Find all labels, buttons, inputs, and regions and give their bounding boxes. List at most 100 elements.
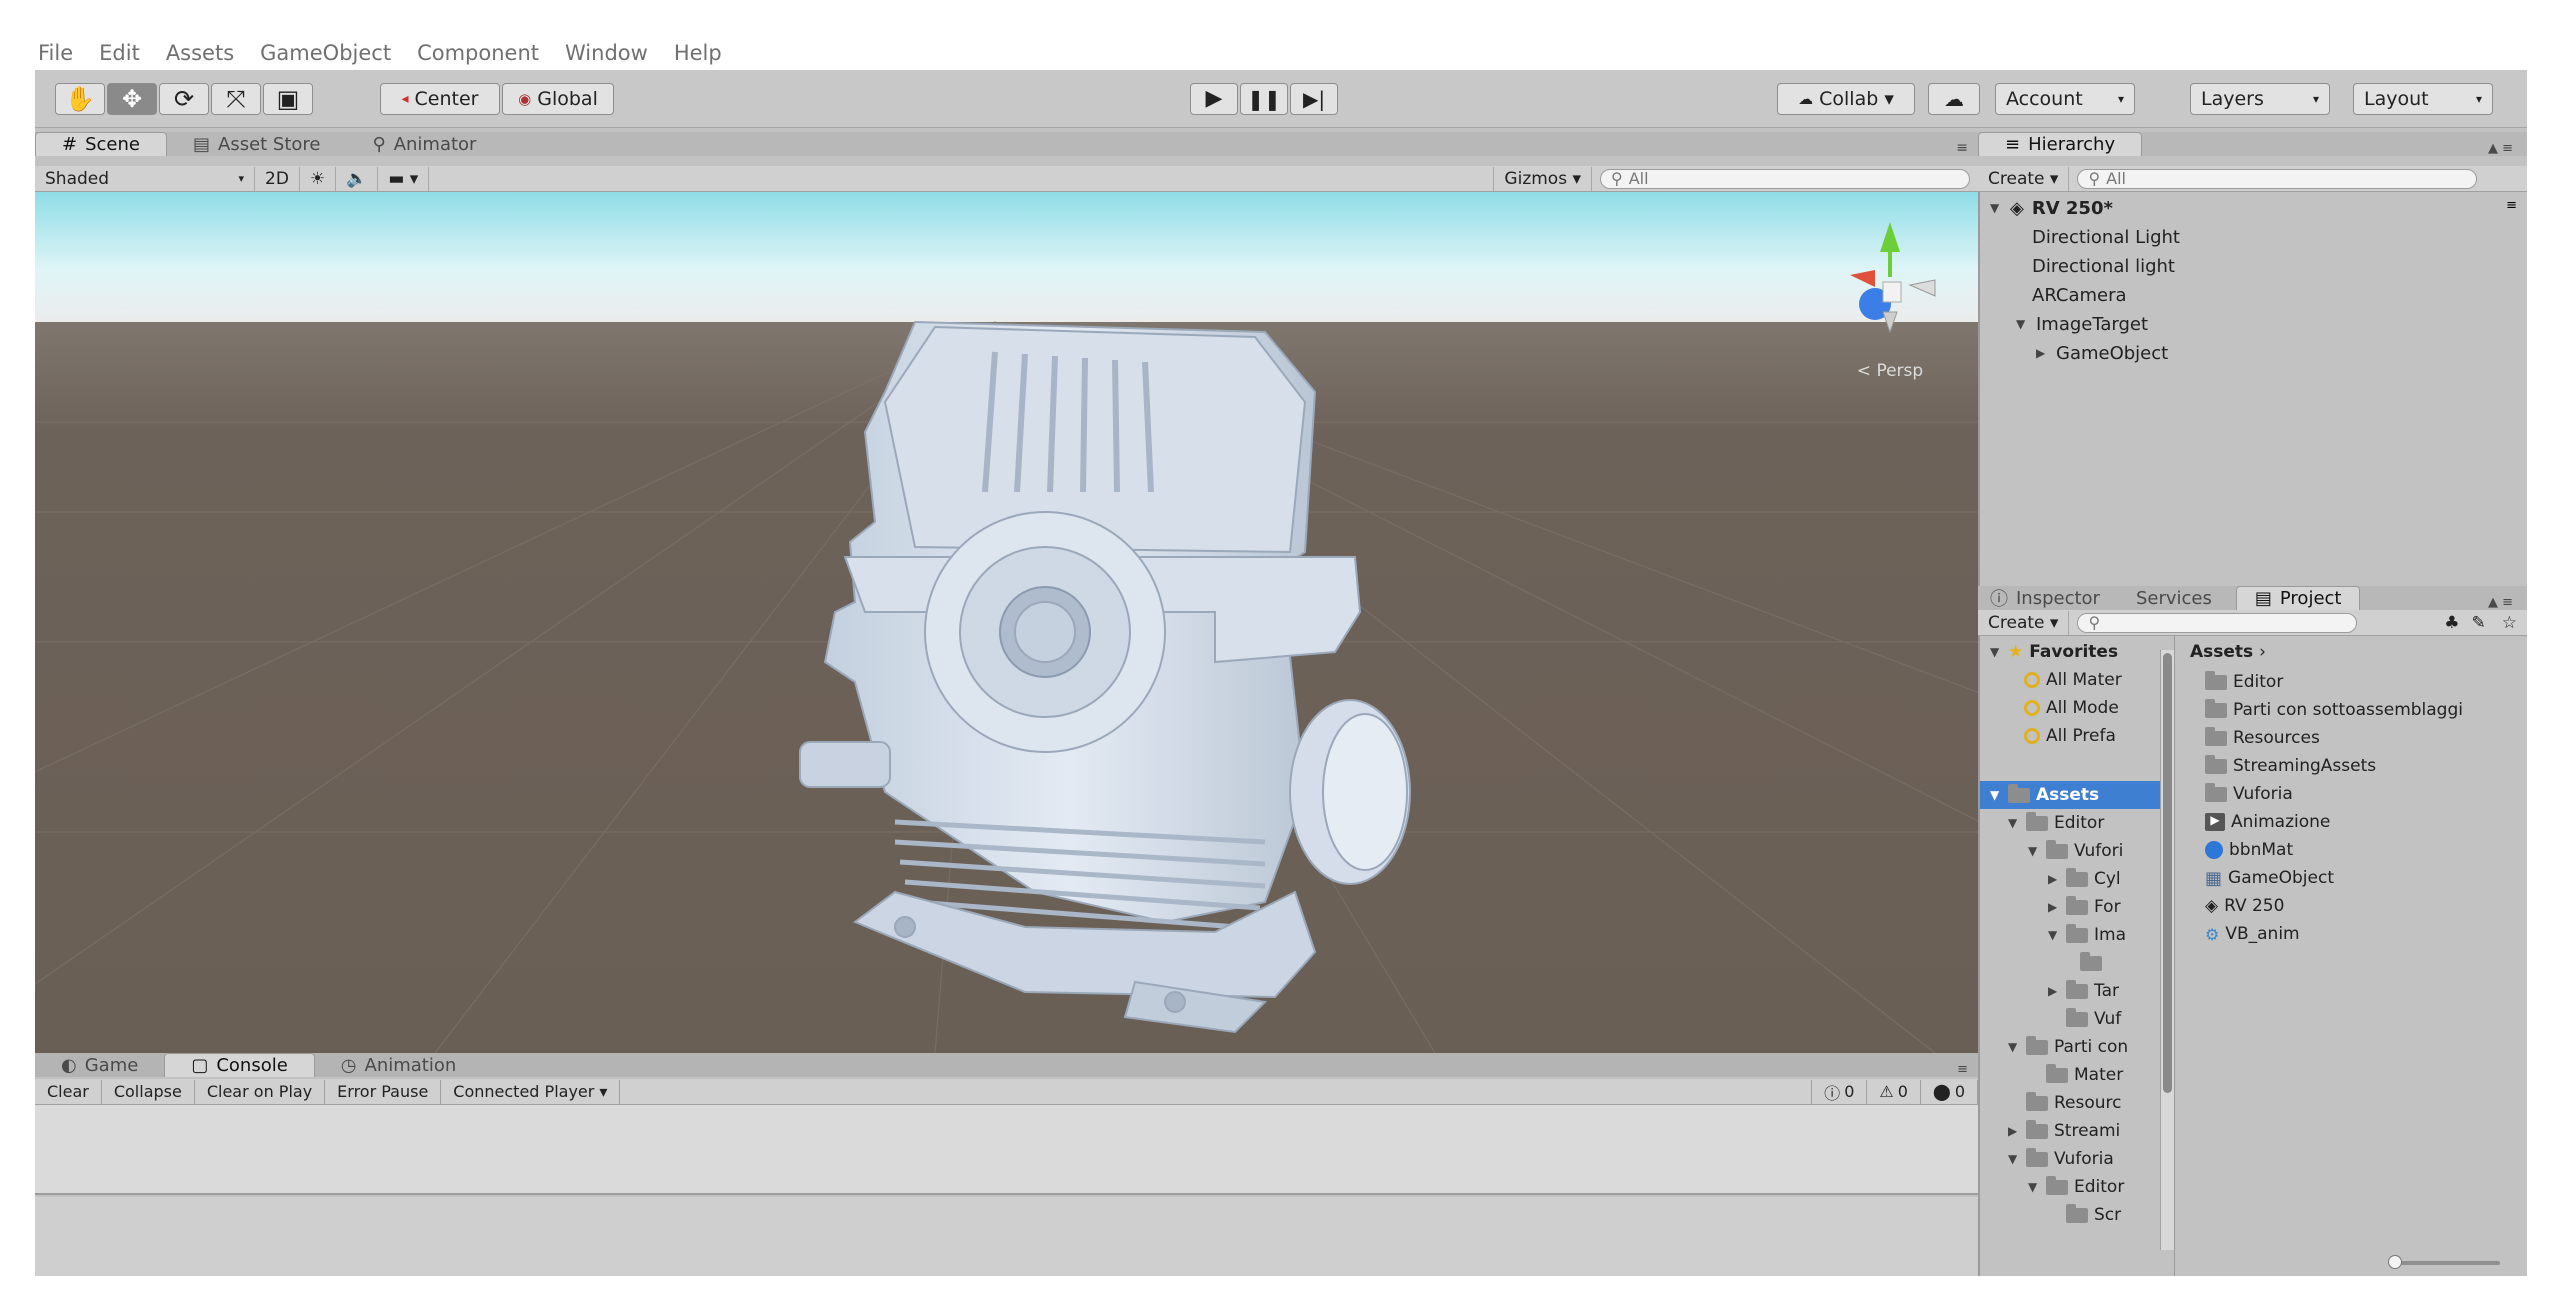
tab-hierarchy[interactable]: ≡ Hierarchy <box>1978 132 2143 156</box>
asset-item[interactable]: ◈ RV 250 <box>2205 892 2284 920</box>
console-clear-on-play-toggle[interactable]: Clear on Play <box>195 1079 326 1104</box>
tree-item[interactable]: ▼ Vufori <box>2028 837 2123 865</box>
asset-item[interactable]: bbnMat <box>2205 836 2293 864</box>
audio-toggle[interactable]: 🔈 <box>336 166 379 191</box>
asset-item[interactable]: Parti con sottoassemblaggi <box>2205 696 2463 724</box>
tree-item[interactable]: ▶ For <box>2048 893 2121 921</box>
tab-scene[interactable]: # Scene <box>35 132 167 156</box>
tab-animation[interactable]: ◷ Animation <box>315 1053 483 1077</box>
filter-label-icon[interactable]: ✎ <box>2466 613 2492 633</box>
panel-menu-icon[interactable]: ≡ <box>1957 1062 1978 1077</box>
asset-item[interactable]: Vuforia <box>2205 780 2293 808</box>
menu-component[interactable]: Component <box>417 41 539 65</box>
console-clear-button[interactable]: Clear <box>35 1079 102 1104</box>
hand-tool-button[interactable]: ✋ <box>55 83 105 115</box>
menu-edit[interactable]: Edit <box>99 41 140 65</box>
move-tool-button[interactable]: ✥ <box>107 83 157 115</box>
menu-assets[interactable]: Assets <box>166 41 234 65</box>
rect-tool-button[interactable]: ▣ <box>263 83 313 115</box>
tree-item[interactable]: Vuf <box>2066 1005 2121 1033</box>
tab-inspector[interactable]: ⓘ Inspector <box>1978 586 2112 611</box>
scene-root-row[interactable]: ▼ ◈ RV 250* <box>1990 194 2113 222</box>
gizmos-dropdown[interactable]: Gizmos ▾ <box>1493 166 1592 191</box>
project-create-dropdown[interactable]: Create ▾ <box>1978 610 2070 635</box>
account-dropdown[interactable]: Account ▾ <box>1995 83 2135 115</box>
favorite-star-icon[interactable]: ☆ <box>2492 613 2527 633</box>
tree-scrollbar-thumb[interactable] <box>2163 653 2172 1093</box>
step-button[interactable]: ▶| <box>1290 83 1338 115</box>
asset-item[interactable]: StreamingAssets <box>2205 752 2376 780</box>
console-error-pause-toggle[interactable]: Error Pause <box>325 1079 442 1104</box>
tree-item[interactable]: ▼ Parti con <box>2008 1033 2128 1061</box>
tab-project[interactable]: ▤ Project <box>2235 586 2361 610</box>
tree-item[interactable]: ▶ Tar <box>2048 977 2119 1005</box>
scene-search-input[interactable]: ⚲ All <box>1600 168 1970 189</box>
tab-animator[interactable]: ⚲ Animator <box>347 132 503 156</box>
console-collapse-toggle[interactable]: Collapse <box>102 1079 195 1104</box>
pivot-global-button[interactable]: ◉ Global <box>502 83 614 115</box>
tree-item-assets[interactable]: ▼ Assets <box>1980 781 2160 809</box>
hierarchy-item[interactable]: ARCamera <box>2032 281 2127 309</box>
hierarchy-search-input[interactable]: ⚲ All <box>2077 168 2478 189</box>
tab-console[interactable]: ▢ Console <box>164 1053 315 1077</box>
panel-menu-icon[interactable]: ≡ <box>1956 140 1978 156</box>
tree-item[interactable]: ▶ Streami <box>2008 1117 2120 1145</box>
lock-icon[interactable]: ▲ ≡ <box>2488 595 2527 610</box>
asset-item[interactable]: ⚙ VB_anim <box>2205 920 2300 948</box>
collab-button[interactable]: ☁ Collab ▾ <box>1777 83 1915 115</box>
favorites-header[interactable]: ▼ ★ Favorites <box>1990 638 2118 666</box>
console-connected-player-dropdown[interactable]: Connected Player ▾ <box>441 1079 621 1104</box>
menu-window[interactable]: Window <box>565 41 648 65</box>
cloud-services-button[interactable]: ☁ <box>1928 83 1980 115</box>
pause-button[interactable]: ❚❚ <box>1240 83 1288 115</box>
lighting-toggle[interactable]: ☀ <box>300 166 337 191</box>
favorite-item[interactable]: All Prefa <box>2024 722 2116 750</box>
tree-item[interactable]: ▶ Cyl <box>2048 865 2121 893</box>
rotate-tool-button[interactable]: ⟳ <box>159 83 209 115</box>
tree-item[interactable]: ▼ Editor <box>2008 809 2104 837</box>
layers-dropdown[interactable]: Layers ▾ <box>2190 83 2330 115</box>
hierarchy-item[interactable]: ▶ GameObject <box>2036 339 2168 367</box>
menu-help[interactable]: Help <box>674 41 722 65</box>
filter-type-icon[interactable]: ♣ <box>2438 613 2465 633</box>
icon-size-slider[interactable] <box>2390 1261 2500 1265</box>
asset-item[interactable]: Resources <box>2205 724 2320 752</box>
hierarchy-create-dropdown[interactable]: Create ▾ <box>1978 166 2070 191</box>
scene-viewport[interactable]: < Persp <box>35 192 1978 1053</box>
scale-tool-button[interactable]: ⤧ <box>211 83 261 115</box>
tree-item[interactable] <box>2080 949 2108 977</box>
tree-item[interactable]: Resourc <box>2026 1089 2122 1117</box>
tree-item[interactable]: ▼ Editor <box>2028 1173 2124 1201</box>
warning-count-toggle[interactable]: ⚠ 0 <box>1867 1079 1921 1104</box>
favorite-item[interactable]: All Mode <box>2024 694 2119 722</box>
favorite-item[interactable]: All Mater <box>2024 666 2122 694</box>
tab-game[interactable]: ◐ Game <box>35 1053 164 1077</box>
error-count-toggle[interactable]: ⬤ 0 <box>1921 1079 1978 1104</box>
tree-item[interactable]: Scr <box>2066 1201 2121 1229</box>
asset-item[interactable]: ▶ Animazione <box>2205 808 2330 836</box>
asset-item[interactable]: ▦ GameObject <box>2205 864 2334 892</box>
tree-item[interactable]: ▼ Ima <box>2048 921 2126 949</box>
asset-item[interactable]: Editor <box>2205 668 2283 696</box>
assets-breadcrumb[interactable]: Assets › <box>2190 638 2266 666</box>
hierarchy-item[interactable]: Directional light <box>2032 252 2175 280</box>
hierarchy-item[interactable]: Directional Light <box>2032 223 2180 251</box>
shading-mode-dropdown[interactable]: Shaded ▾ <box>35 166 255 191</box>
icon-size-slider-thumb[interactable] <box>2388 1255 2402 1269</box>
effects-dropdown[interactable]: ▬ ▾ <box>378 166 430 191</box>
tab-asset-store[interactable]: ▤ Asset Store <box>167 132 347 156</box>
project-search-input[interactable]: ⚲ <box>2077 612 2358 633</box>
play-button[interactable]: ▶ <box>1190 83 1238 115</box>
console-log-list[interactable] <box>35 1105 1978 1195</box>
layout-dropdown[interactable]: Layout ▾ <box>2353 83 2493 115</box>
tree-item[interactable]: Mater <box>2046 1061 2123 1089</box>
tree-item[interactable]: ▼ Vuforia <box>2008 1145 2114 1173</box>
pivot-center-button[interactable]: ◂ Center <box>380 83 500 115</box>
console-detail-area[interactable] <box>35 1197 1978 1276</box>
2d-toggle[interactable]: 2D <box>255 166 300 191</box>
scene-options-icon[interactable]: ≡ <box>2506 198 2517 213</box>
hierarchy-item[interactable]: ▼ ImageTarget <box>2016 310 2148 338</box>
projection-label[interactable]: < Persp <box>1857 361 1923 381</box>
log-count-toggle[interactable]: ⓘ 0 <box>1811 1079 1868 1104</box>
menu-gameobject[interactable]: GameObject <box>260 41 391 65</box>
